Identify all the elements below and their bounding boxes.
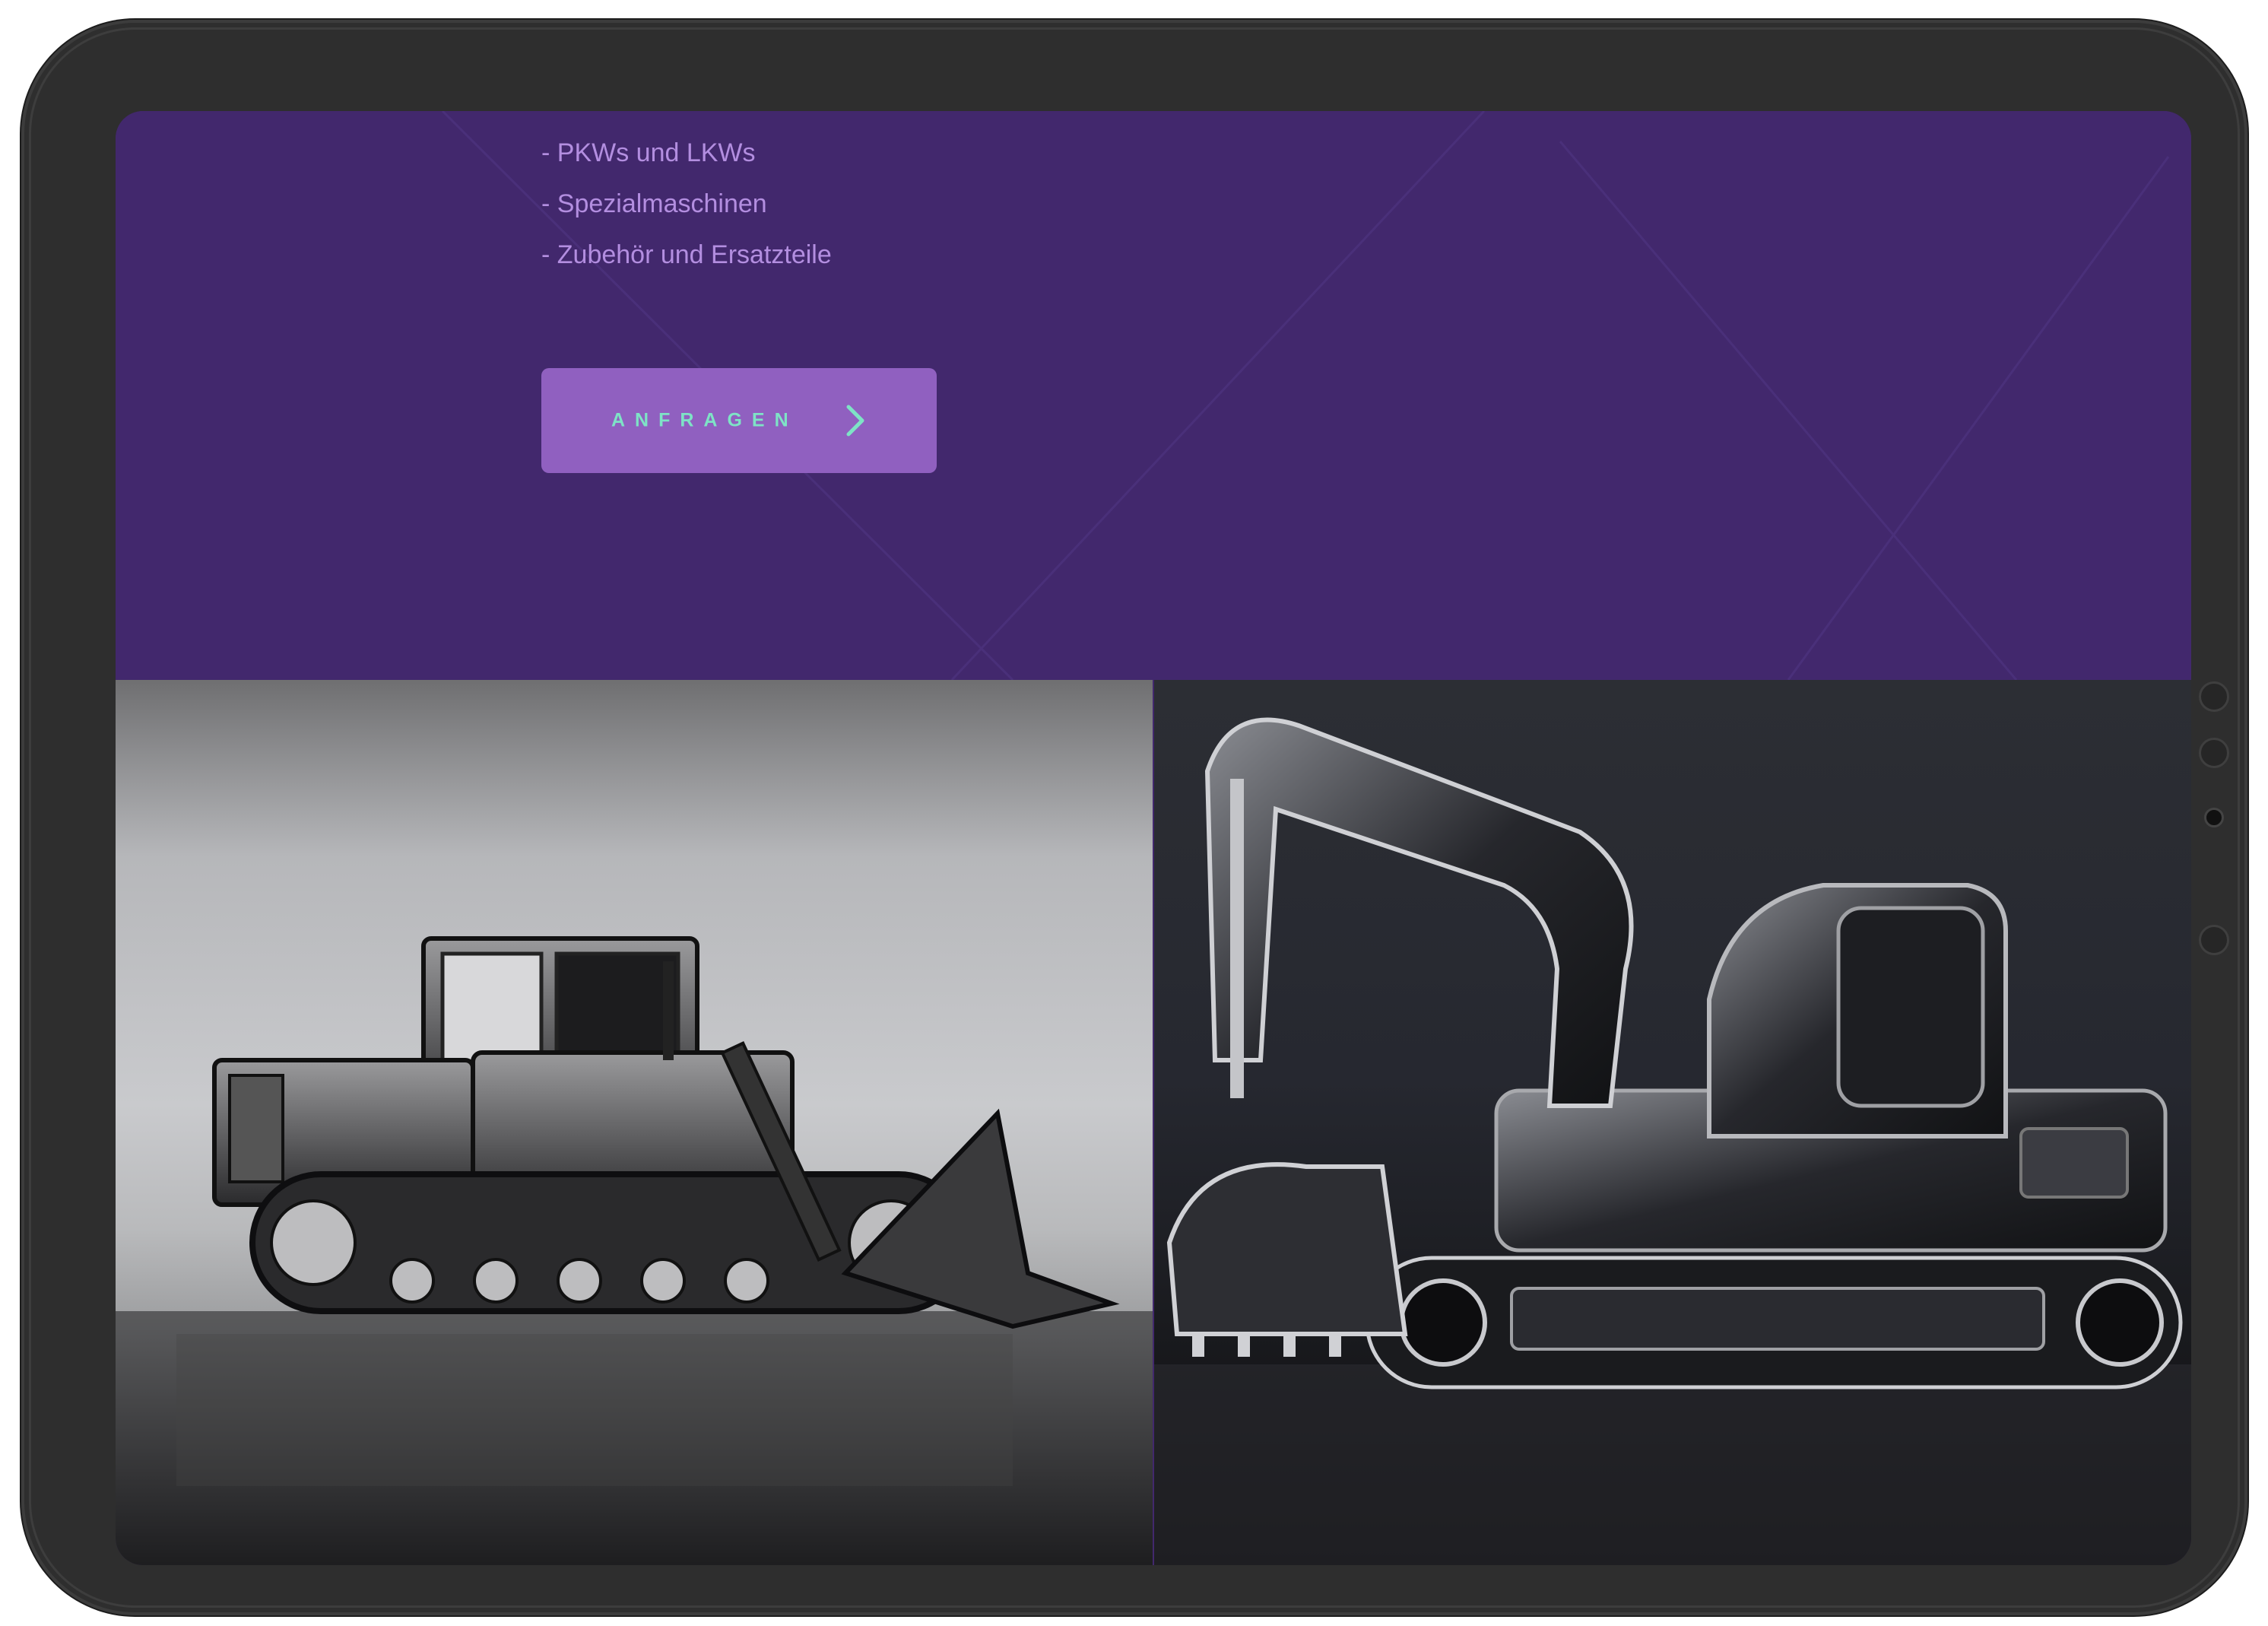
side-button-1 bbox=[2199, 681, 2229, 712]
side-button-3 bbox=[2199, 925, 2229, 955]
side-button-2 bbox=[2199, 738, 2229, 768]
hero-background-lines bbox=[441, 111, 2170, 680]
bulldozer-image bbox=[116, 680, 1153, 1565]
camera-icon bbox=[2204, 808, 2224, 827]
feature-item: - Zubehör und Ersatzteile bbox=[541, 240, 832, 269]
chevron-right-icon bbox=[846, 405, 864, 437]
hero-section: - PKWs und LKWs - Spezialmaschinen - Zub… bbox=[116, 111, 2191, 680]
feature-list: - PKWs und LKWs - Spezialmaschinen - Zub… bbox=[541, 128, 832, 281]
feature-item: - Spezialmaschinen bbox=[541, 189, 767, 218]
anfragen-button[interactable]: ANFRAGEN bbox=[541, 368, 937, 473]
screen: - PKWs und LKWs - Spezialmaschinen - Zub… bbox=[116, 111, 2191, 1565]
excavator-image bbox=[1154, 680, 2191, 1565]
tablet-frame: - PKWs und LKWs - Spezialmaschinen - Zub… bbox=[21, 20, 2247, 1615]
feature-item: - PKWs und LKWs bbox=[541, 138, 756, 167]
anfragen-button-label: ANFRAGEN bbox=[611, 409, 798, 431]
